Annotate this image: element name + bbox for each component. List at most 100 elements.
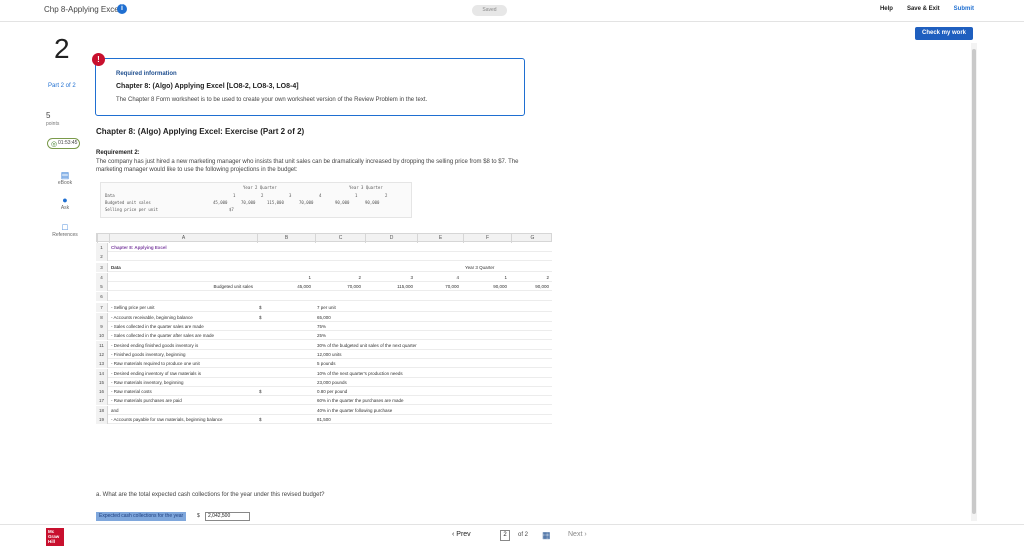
sheet-cell-e — [419, 406, 459, 415]
sheet-cell-b — [259, 331, 311, 340]
mcgraw-hill-logo: Mc Graw Hill — [46, 528, 64, 546]
sheet-cell-e — [419, 369, 459, 378]
sheet-cell-b: 45,000 — [297, 284, 311, 289]
quarter-header: 1 — [233, 193, 236, 198]
row-number[interactable]: 9 — [96, 322, 108, 331]
row-number[interactable]: 5 — [96, 282, 108, 291]
sheet-cell-d — [367, 303, 413, 312]
sheet-cell-g: 90,000 — [535, 284, 549, 289]
sheet-cell-f — [465, 406, 507, 415]
row-number[interactable]: 1 — [96, 243, 108, 252]
row-number[interactable]: 6 — [96, 292, 108, 301]
sheet-cell-g — [513, 359, 549, 368]
units-value: 90,000 — [335, 200, 350, 205]
row-number[interactable]: 2 — [96, 252, 108, 261]
row-number[interactable]: 3 — [96, 263, 108, 272]
sheet-cell-e — [419, 263, 459, 272]
sheet-cell-d — [367, 387, 413, 396]
sheet-row: 14- Desired ending inventory of raw mate… — [96, 369, 552, 378]
references-button[interactable]: □ References — [44, 222, 86, 238]
row-number[interactable]: 7 — [96, 303, 108, 312]
sheet-cell-f — [465, 331, 507, 340]
sheet-cell-a: - Raw material costs — [111, 389, 152, 394]
sheet-cell-f — [465, 415, 507, 424]
column-header-b[interactable]: B — [257, 234, 315, 243]
sheet-cell-c — [317, 292, 361, 301]
sheet-cell-g — [513, 415, 549, 424]
row-number[interactable]: 8 — [96, 313, 108, 322]
sheet-cell-f — [465, 350, 507, 359]
sheet-cell-d — [367, 415, 413, 424]
sheet-cell-f — [465, 387, 507, 396]
sheet-cell-e — [419, 322, 459, 331]
sheet-row: 8- Accounts receivable, beginning balanc… — [96, 313, 552, 322]
sheet-row: 15- Raw materials inventory, beginning 23… — [96, 378, 552, 387]
row-number[interactable]: 4 — [96, 273, 108, 282]
row-number[interactable]: 13 — [96, 359, 108, 368]
sheet-cell-e — [419, 359, 459, 368]
column-header-d[interactable]: D — [365, 234, 417, 243]
ebook-button[interactable]: ▤ eBook — [44, 170, 86, 186]
help-link[interactable]: Help — [880, 6, 893, 12]
row-number[interactable]: 19 — [96, 415, 108, 424]
sheet-cell-b: $ — [259, 315, 262, 320]
assignment-title: Chp 8-Applying Excel — [44, 5, 121, 14]
submit-link[interactable]: Submit — [954, 6, 974, 12]
sheet-cell-e — [419, 303, 459, 312]
next-button[interactable]: Next › — [568, 531, 587, 538]
check-my-work-button[interactable]: Check my work — [915, 27, 973, 40]
chat-icon: ● — [62, 195, 68, 205]
sheet-cell-b — [259, 341, 311, 350]
sheet-cell-e — [419, 331, 459, 340]
prev-button[interactable]: ‹ Prev — [452, 531, 471, 538]
sheet-cell-a: - Desired ending finished goods inventor… — [111, 343, 199, 348]
page-number-input[interactable]: 2 — [500, 530, 510, 541]
required-info-description: The Chapter 8 Form worksheet is to be us… — [116, 97, 428, 103]
timer-text: 01:53:45 — [58, 140, 78, 146]
price-value: $7 — [229, 207, 234, 212]
answer-currency: $ — [197, 513, 200, 519]
info-icon[interactable]: i — [117, 4, 127, 14]
row-number[interactable]: 12 — [96, 350, 108, 359]
sheet-cell-g — [513, 331, 549, 340]
clock-icon: ◎ — [51, 141, 58, 148]
sheet-cell-a — [111, 292, 253, 301]
timer-badge: ◎ 01:53:45 — [47, 138, 80, 149]
row-number[interactable]: 15 — [96, 378, 108, 387]
sheet-cell-g — [513, 243, 549, 252]
column-header-c[interactable]: C — [315, 234, 365, 243]
top-bar: Chp 8-Applying Excel i Saved Help Save &… — [0, 0, 1024, 22]
sheet-cell-b — [259, 263, 311, 272]
projection-table: Year 2 Quarter Year 3 Quarter Data Budge… — [100, 182, 412, 218]
references-label: References — [52, 232, 78, 238]
save-exit-link[interactable]: Save & Exit — [907, 6, 940, 12]
sheet-cell-a: Chapter 8: Applying Excel — [111, 245, 167, 250]
row-number[interactable]: 16 — [96, 387, 108, 396]
ask-button[interactable]: ● Ask — [44, 195, 86, 211]
row-number[interactable]: 11 — [96, 341, 108, 350]
quarter-header: 4 — [319, 193, 322, 198]
row-number[interactable]: 10 — [96, 331, 108, 340]
sheet-row: 19- Accounts payable for raw materials, … — [96, 415, 552, 424]
requirement-text: The company has just hired a new marketi… — [96, 159, 519, 173]
price-label: Selling price per unit — [105, 207, 158, 212]
sheet-row: 2 — [96, 252, 552, 261]
row-number[interactable]: 18 — [96, 406, 108, 415]
sheet-cell-a: - Raw materials required to produce one … — [111, 361, 200, 366]
sheet-cell-e — [419, 252, 459, 261]
cash-collections-input[interactable]: 2,042,500 — [205, 512, 250, 521]
column-header-e[interactable]: E — [417, 234, 463, 243]
page-total: of 2 — [518, 532, 529, 538]
column-header-f[interactable]: F — [463, 234, 511, 243]
column-header-a[interactable]: A — [109, 234, 257, 243]
sheet-cell-a: Budgeted unit sales — [213, 284, 253, 289]
saved-status: Saved — [472, 5, 507, 16]
sheet-cell-d — [367, 313, 413, 322]
sheet-cell-e — [419, 341, 459, 350]
column-header-g[interactable]: G — [511, 234, 553, 243]
sheet-cell-d — [367, 243, 413, 252]
row-number[interactable]: 14 — [96, 369, 108, 378]
scrollbar-thumb[interactable] — [972, 49, 976, 514]
row-number[interactable]: 17 — [96, 396, 108, 405]
grid-icon[interactable]: ▦ — [542, 531, 551, 540]
